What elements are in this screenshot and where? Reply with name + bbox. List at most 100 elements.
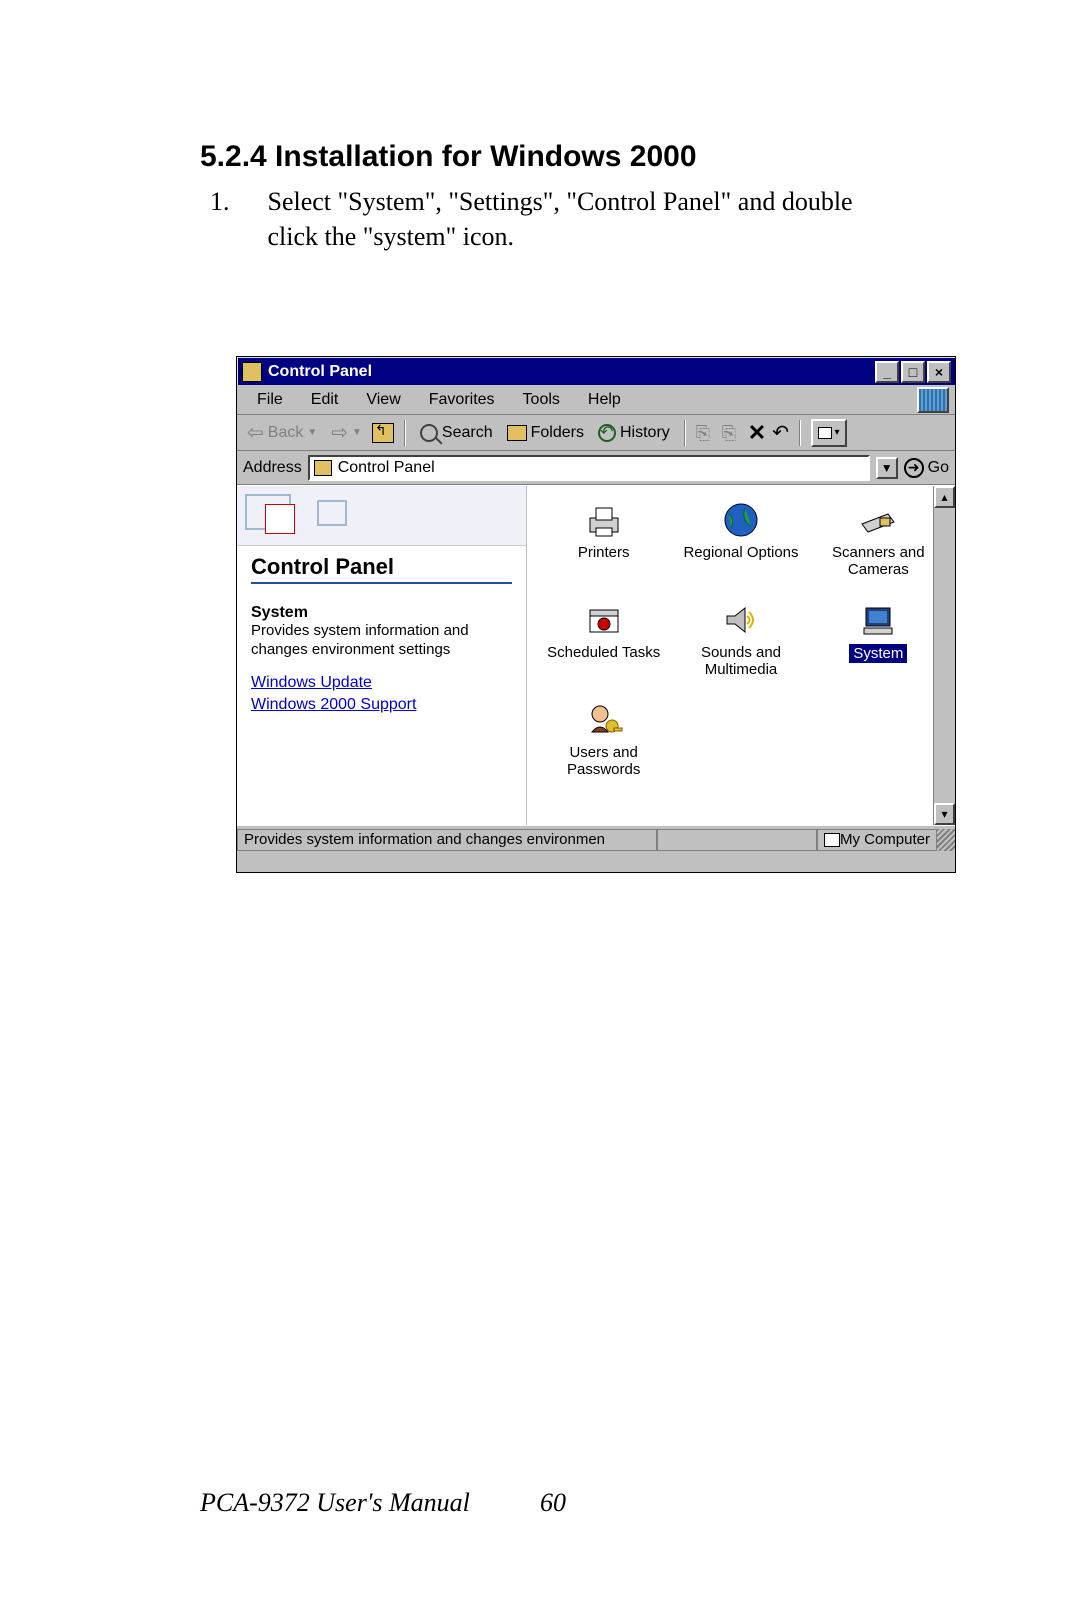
menu-view[interactable]: View (352, 389, 414, 411)
regional-options-item[interactable]: Regional Options (672, 500, 809, 600)
client-area: Control Panel System Provides system inf… (237, 485, 955, 825)
titlebar[interactable]: Control Panel _ □ × (237, 357, 955, 385)
globe-icon (719, 500, 763, 540)
toolbar-separator (799, 420, 801, 446)
step-number: 1. (210, 184, 230, 254)
status-zone-label: My Computer (840, 831, 930, 848)
delete-button[interactable]: ✕ (748, 420, 766, 446)
views-icon (818, 427, 832, 439)
windows-2000-support-link[interactable]: Windows 2000 Support (251, 696, 512, 714)
status-middle (657, 829, 817, 851)
status-text: Provides system information and changes … (237, 829, 657, 851)
footer-title: PCA-9372 User's Manual (200, 1488, 470, 1518)
resize-grip-icon[interactable] (937, 829, 955, 851)
left-pane-title: Control Panel (251, 554, 512, 584)
menu-file[interactable]: File (243, 389, 297, 411)
control-panel-icon (242, 362, 262, 382)
left-pane-banner (237, 486, 526, 546)
icon-label: System (849, 644, 907, 663)
users-icon (582, 700, 626, 740)
close-button[interactable]: × (927, 361, 951, 383)
menu-favorites[interactable]: Favorites (415, 389, 509, 411)
forward-arrow-icon: ⇨ (331, 420, 348, 445)
scanners-cameras-item[interactable]: Scanners and Cameras (810, 500, 947, 600)
icon-label: Users and Passwords (535, 744, 672, 778)
my-computer-icon (824, 833, 840, 847)
icon-label: Scanners and Cameras (810, 544, 947, 578)
vertical-scrollbar[interactable]: ▴ ▾ (933, 486, 955, 825)
selected-item-name: System (251, 604, 512, 622)
folders-button[interactable]: Folders (503, 422, 588, 444)
maximize-button[interactable]: □ (901, 361, 925, 383)
scheduled-tasks-icon (582, 600, 626, 640)
window-title: Control Panel (268, 363, 372, 381)
back-dropdown-icon: ▼ (307, 427, 317, 438)
address-label: Address (243, 459, 302, 477)
users-passwords-item[interactable]: Users and Passwords (535, 700, 672, 800)
address-bar: Address Control Panel ▼ ➜ Go (237, 451, 955, 485)
folders-label: Folders (531, 424, 584, 442)
folders-icon (507, 425, 527, 441)
scroll-up-button[interactable]: ▴ (934, 486, 955, 508)
step-text: Select "System", "Settings", "Control Pa… (268, 184, 901, 254)
forward-dropdown-icon: ▼ (352, 427, 362, 438)
system-item[interactable]: System (810, 600, 947, 700)
banner-outline-icon (317, 500, 347, 526)
back-button[interactable]: ⇦ Back ▼ (243, 418, 321, 447)
copy-to-button[interactable]: ⎘ (722, 423, 742, 443)
history-label: History (620, 424, 670, 442)
go-button[interactable]: ➜ Go (904, 458, 949, 478)
back-label: Back (268, 424, 304, 442)
go-icon: ➜ (904, 458, 924, 478)
status-zone: My Computer (817, 829, 937, 851)
menu-tools[interactable]: Tools (509, 389, 574, 411)
scanner-icon (856, 500, 900, 540)
forward-button[interactable]: ⇨ ▼ (327, 418, 366, 447)
menubar-grip-icon (917, 387, 949, 413)
back-arrow-icon: ⇦ (247, 420, 264, 445)
status-bar: Provides system information and changes … (237, 825, 955, 853)
icon-label: Printers (578, 544, 630, 561)
address-input[interactable]: Control Panel (308, 455, 870, 481)
page-footer: PCA-9372 User's Manual 60 (200, 1488, 880, 1518)
up-button[interactable] (372, 423, 394, 443)
menu-help[interactable]: Help (574, 389, 635, 411)
selected-item-description: Provides system information and changes … (251, 622, 512, 660)
control-panel-window: Control Panel _ □ × File Edit View Favor… (236, 356, 956, 873)
undo-button[interactable]: ↶ (772, 420, 789, 445)
icon-label: Scheduled Tasks (547, 644, 660, 661)
scheduled-tasks-item[interactable]: Scheduled Tasks (535, 600, 672, 700)
search-label: Search (442, 424, 493, 442)
section-heading: 5.2.4 Installation for Windows 2000 (200, 140, 900, 174)
address-cp-icon (314, 460, 332, 476)
views-dropdown-icon: ▾ (834, 427, 839, 438)
windows-update-link[interactable]: Windows Update (251, 674, 512, 692)
toolbar: ⇦ Back ▼ ⇨ ▼ Search Folders History ⎘ ⎘ … (237, 415, 955, 451)
search-icon (420, 424, 438, 442)
computer-icon (856, 600, 900, 640)
scroll-down-button[interactable]: ▾ (934, 803, 955, 825)
page-number: 60 (540, 1488, 566, 1518)
menubar: File Edit View Favorites Tools Help (237, 385, 955, 415)
history-icon (598, 424, 616, 442)
ordered-step: 1. Select "System", "Settings", "Control… (200, 184, 900, 254)
toolbar-separator (404, 420, 406, 446)
icon-pane[interactable]: Printers Regional Options Scanners and C… (527, 486, 955, 825)
icon-label: Sounds and Multimedia (672, 644, 809, 678)
move-to-button[interactable]: ⎘ (696, 423, 716, 443)
history-button[interactable]: History (594, 422, 674, 444)
go-label: Go (928, 459, 949, 477)
toolbar-separator (684, 420, 686, 446)
address-value: Control Panel (338, 459, 435, 477)
minimize-button[interactable]: _ (875, 361, 899, 383)
printers-item[interactable]: Printers (535, 500, 672, 600)
banner-flag-icon (265, 504, 295, 534)
search-button[interactable]: Search (416, 422, 497, 444)
icon-label: Regional Options (683, 544, 798, 561)
sounds-multimedia-item[interactable]: Sounds and Multimedia (672, 600, 809, 700)
printers-icon (582, 500, 626, 540)
menu-edit[interactable]: Edit (297, 389, 353, 411)
speaker-icon (719, 600, 763, 640)
views-button[interactable]: ▾ (811, 419, 847, 447)
address-dropdown-button[interactable]: ▼ (876, 457, 898, 479)
